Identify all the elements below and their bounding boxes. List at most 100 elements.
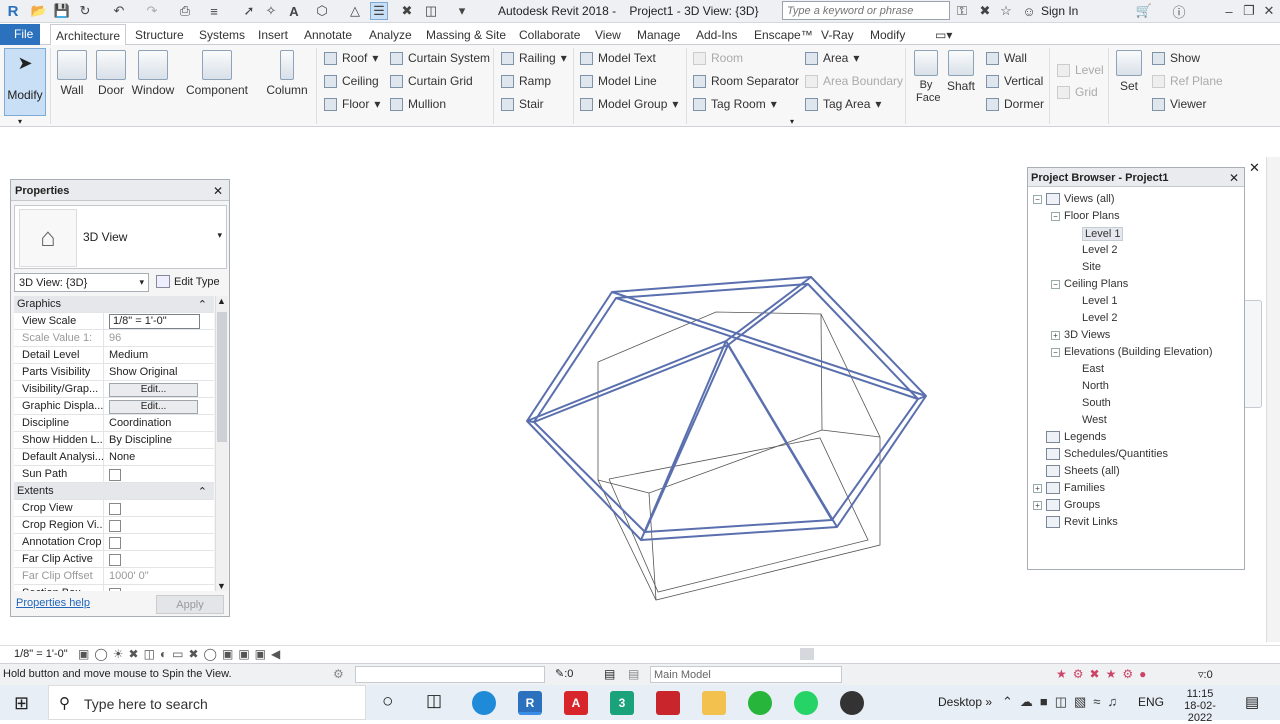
property-row[interactable]: Default Analysi... None [14, 449, 214, 466]
component-button[interactable]: Component [185, 50, 249, 97]
property-row[interactable]: Scale Value 1: 96 [14, 330, 214, 347]
browser-node[interactable]: +3D Views [1051, 329, 1110, 341]
revit-logo-icon[interactable]: R [4, 2, 22, 20]
sync-icon[interactable]: ↻ [76, 2, 94, 20]
editing-requests[interactable]: ✎:0 [555, 667, 573, 680]
tree-toggle-icon[interactable]: − [1033, 194, 1042, 204]
restore-icon[interactable]: ❐ [1240, 2, 1258, 20]
browser-node[interactable]: West [1069, 414, 1107, 426]
view-instance-selector[interactable]: 3D View: {3D} ▾ [14, 273, 149, 292]
undo-icon[interactable]: ↶ [110, 2, 128, 20]
property-row[interactable]: Graphic Displa... Edit... [14, 398, 214, 415]
tab-systems[interactable]: Systems [194, 26, 250, 44]
browser-node[interactable]: − Elevations (Building Elevation) [1051, 346, 1213, 358]
property-value-cell[interactable]: 1000' 0" [104, 568, 214, 584]
whatsapp-icon[interactable] [794, 691, 818, 715]
property-row[interactable]: Crop Region Vi... [14, 517, 214, 534]
property-checkbox[interactable] [109, 537, 121, 549]
default-3d-icon[interactable]: ⬡ [313, 2, 331, 20]
browser-node[interactable]: South [1069, 397, 1111, 409]
room-button[interactable]: Room [693, 51, 743, 65]
room-panel-expand-icon[interactable]: ▾ [790, 117, 794, 126]
design-options-icon[interactable]: ▤ [604, 667, 615, 681]
property-category[interactable]: Extents ⌃ [14, 483, 214, 500]
apply-button[interactable]: Apply [156, 595, 224, 614]
communication-icon[interactable]: ✖ [976, 2, 994, 20]
column-button[interactable]: Column [264, 50, 310, 97]
opening-wall-button[interactable]: Wall [986, 51, 1027, 65]
browser-node[interactable]: East [1069, 363, 1104, 375]
browser-node[interactable]: − Ceiling Plans [1051, 278, 1128, 290]
property-value-cell[interactable]: Coordination [104, 415, 214, 431]
thin-lines-icon[interactable]: ☰ [370, 2, 388, 20]
minimize-icon[interactable]: – [1220, 2, 1238, 20]
curtain-system-button[interactable]: Curtain System [390, 51, 490, 65]
area-button[interactable]: Area ▾ [805, 51, 859, 65]
roof-button[interactable]: Roof ▾ [324, 51, 378, 65]
browser-node[interactable]: − Floor Plans [1051, 210, 1120, 222]
wall-button[interactable]: Wall [56, 50, 88, 97]
customize-qa-icon[interactable]: ▾ [453, 2, 471, 20]
tab-manage[interactable]: Manage [632, 26, 685, 44]
property-value-cell[interactable]: Edit... [104, 381, 214, 397]
property-row[interactable]: View Scale 1/8" = 1'-0" [14, 313, 214, 330]
property-value-cell[interactable]: By Discipline [104, 432, 214, 448]
tree-toggle-icon[interactable]: + [1033, 500, 1042, 510]
stair-button[interactable]: Stair [501, 97, 544, 111]
area-boundary-button[interactable]: Area Boundary [805, 74, 903, 88]
taskbar-search-box[interactable]: ⚲ Type here to search [48, 685, 366, 720]
edit-button[interactable]: Edit... [109, 400, 198, 414]
browser-node[interactable]: North [1069, 380, 1109, 392]
dormer-button[interactable]: Dormer [986, 97, 1044, 111]
ramp-button[interactable]: Ramp [501, 74, 551, 88]
section-icon[interactable]: △ [346, 2, 364, 20]
workset-dropdown[interactable] [355, 666, 545, 683]
tab-enscape[interactable]: Enscape™ [749, 26, 818, 44]
browser-node[interactable]: + Families [1033, 482, 1105, 494]
property-checkbox[interactable] [109, 503, 121, 515]
view-control-icons[interactable]: ▣◯☀✖◫◐▭✖◯▣▣▣◀ [78, 647, 285, 661]
ribbon-toggle-icon[interactable]: ▭▾ [930, 26, 957, 44]
edge-icon[interactable] [472, 691, 496, 715]
language-indicator[interactable]: ENG [1138, 695, 1164, 709]
tag-room-button[interactable]: Tag Room ▾ [693, 97, 777, 111]
cortana-icon[interactable]: ○ [382, 691, 393, 713]
property-value-cell[interactable]: Show Original [104, 364, 214, 380]
print-icon[interactable]: ⎙ [176, 2, 194, 20]
scroll-up-icon[interactable]: ▲ [217, 296, 226, 306]
browser-node[interactable]: + Groups [1033, 499, 1100, 511]
notifications-icon[interactable]: ▤ [1245, 693, 1259, 711]
desktop-toolbar[interactable]: Desktop » [938, 695, 992, 709]
panel-expand-icon[interactable]: ▾ [18, 117, 22, 126]
sign-in-link[interactable]: Sign In [1041, 4, 1078, 18]
close-browser-icon[interactable]: ✕ [1229, 171, 1239, 185]
help-icon[interactable]: ⓘ [1170, 2, 1188, 20]
browser-node[interactable]: Sheets (all) [1033, 465, 1120, 477]
property-row[interactable]: Visibility/Grap... Edit... [14, 381, 214, 398]
tab-insert[interactable]: Insert [253, 26, 293, 44]
property-value-cell[interactable]: None [104, 449, 214, 465]
switch-windows-icon[interactable]: ◫ [422, 2, 440, 20]
search-input[interactable] [782, 1, 950, 20]
railing-button[interactable]: Railing ▾ [501, 51, 567, 65]
property-row[interactable]: Crop View [14, 500, 214, 517]
3dsmax-icon[interactable]: 3 [610, 691, 634, 715]
property-value-cell[interactable]: Edit... [104, 398, 214, 414]
browser-node[interactable]: Level 1 [1069, 295, 1117, 307]
scroll-thumb[interactable] [217, 312, 227, 442]
by-face-button[interactable]: By Face [910, 50, 942, 105]
window-button[interactable]: Window [131, 50, 175, 97]
tree-toggle-icon[interactable]: − [1051, 279, 1060, 289]
browser-node[interactable]: Level 2 [1069, 244, 1117, 256]
property-value-cell[interactable]: 1/8" = 1'-0" [104, 313, 214, 329]
tab-vray[interactable]: V-Ray [816, 26, 859, 44]
type-selector[interactable]: ⌂ 3D View ▾ [14, 205, 227, 269]
binoculars-icon[interactable]: ⚿ [953, 2, 971, 20]
measure-icon[interactable]: ≡ [205, 2, 223, 20]
tab-massing-site[interactable]: Massing & Site [421, 26, 511, 44]
property-category[interactable]: Graphics ⌃ [14, 296, 214, 313]
close-window-icon[interactable]: ✕ [1260, 2, 1278, 20]
property-value-cell[interactable] [104, 585, 214, 591]
property-row[interactable]: Show Hidden L... By Discipline [14, 432, 214, 449]
mullion-button[interactable]: Mullion [390, 97, 446, 111]
